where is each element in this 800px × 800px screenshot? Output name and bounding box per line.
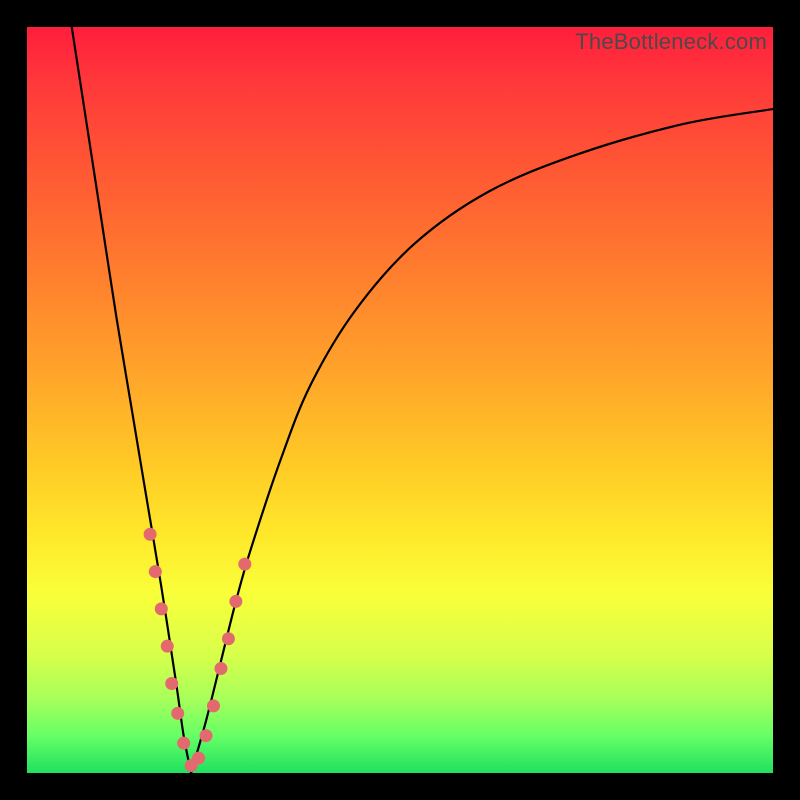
marker-dot — [214, 662, 227, 675]
marker-dot — [149, 565, 162, 578]
curve-svg — [27, 27, 773, 773]
marker-dot — [229, 595, 242, 608]
marker-group — [144, 528, 252, 772]
marker-dot — [155, 602, 168, 615]
plot-area: TheBottleneck.com — [27, 27, 773, 773]
right-branch-line — [191, 109, 773, 773]
marker-dot — [192, 752, 205, 765]
marker-dot — [161, 640, 174, 653]
watermark-text: TheBottleneck.com — [575, 29, 767, 55]
marker-dot — [144, 528, 157, 541]
marker-dot — [165, 677, 178, 690]
marker-dot — [222, 632, 235, 645]
marker-dot — [238, 558, 251, 571]
marker-dot — [177, 737, 190, 750]
chart-frame: TheBottleneck.com — [0, 0, 800, 800]
marker-dot — [207, 699, 220, 712]
marker-dot — [200, 729, 213, 742]
left-branch-line — [72, 27, 191, 773]
marker-dot — [171, 707, 184, 720]
